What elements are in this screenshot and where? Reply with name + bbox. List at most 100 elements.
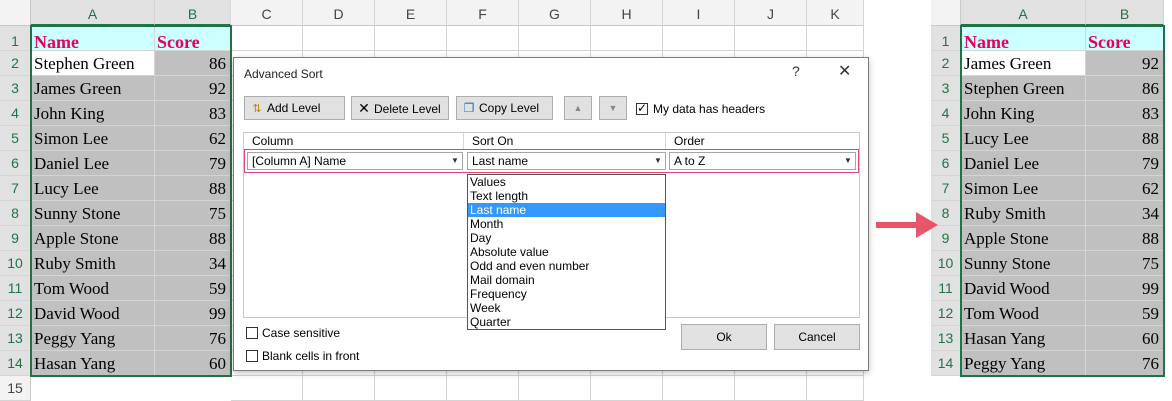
score-cell[interactable]: 60 <box>1086 326 1164 351</box>
name-cell[interactable]: James Green <box>961 51 1086 76</box>
name-cell[interactable]: Lucy Lee <box>961 126 1086 151</box>
row-header[interactable]: 2 <box>0 51 31 76</box>
name-cell[interactable]: David Wood <box>961 276 1086 301</box>
column-header-b[interactable]: B <box>155 0 231 26</box>
row-header[interactable]: 9 <box>0 226 31 251</box>
name-header-cell[interactable]: Name <box>961 26 1086 51</box>
name-cell[interactable]: Daniel Lee <box>31 151 155 176</box>
sort-option[interactable]: Absolute value <box>468 245 665 259</box>
empty-cell[interactable] <box>231 376 303 401</box>
empty-cell[interactable] <box>375 376 447 401</box>
name-cell[interactable]: Apple Stone <box>961 226 1086 251</box>
name-cell[interactable]: Tom Wood <box>961 301 1086 326</box>
name-cell[interactable]: James Green <box>31 76 155 101</box>
help-button[interactable]: ? <box>792 63 800 79</box>
order-select[interactable]: A to Z ▼ <box>669 152 856 170</box>
empty-cell[interactable] <box>447 376 519 401</box>
sort-option[interactable]: Day <box>468 231 665 245</box>
name-cell[interactable]: Stephen Green <box>31 51 155 76</box>
empty-cell[interactable] <box>303 26 375 51</box>
empty-cell[interactable] <box>735 376 807 401</box>
cancel-button[interactable]: Cancel <box>774 324 860 350</box>
sort-option[interactable]: Odd and even number <box>468 259 665 273</box>
name-cell[interactable]: Simon Lee <box>31 126 155 151</box>
move-down-button[interactable]: ▼ <box>599 96 627 120</box>
row-header[interactable]: 3 <box>931 76 961 101</box>
move-up-button[interactable]: ▲ <box>564 96 592 120</box>
score-cell[interactable]: 75 <box>1086 251 1164 276</box>
sort-option[interactable]: Quarter <box>468 315 665 329</box>
score-cell[interactable]: 92 <box>155 76 231 101</box>
empty-cell[interactable] <box>447 26 519 51</box>
name-cell[interactable]: Daniel Lee <box>961 151 1086 176</box>
row-header[interactable]: 12 <box>931 301 961 326</box>
column-header-a[interactable]: A <box>31 0 155 26</box>
sort-on-dropdown-list[interactable]: Values Text length Last name Month Day Absolu… <box>467 174 666 330</box>
score-cell[interactable]: 59 <box>1086 301 1164 326</box>
name-header-cell[interactable]: Name <box>31 26 155 51</box>
column-header-k[interactable]: K <box>807 0 864 26</box>
score-cell[interactable]: 88 <box>155 226 231 251</box>
empty-cell[interactable] <box>663 376 735 401</box>
empty-cell[interactable] <box>735 26 807 51</box>
score-cell[interactable]: 62 <box>155 126 231 151</box>
sort-option[interactable]: Frequency <box>468 287 665 301</box>
column-header-b[interactable]: B <box>1086 0 1164 26</box>
name-cell[interactable]: John King <box>31 101 155 126</box>
row-header[interactable]: 7 <box>931 176 961 201</box>
score-cell[interactable]: 34 <box>1086 201 1164 226</box>
name-cell[interactable]: Sunny Stone <box>961 251 1086 276</box>
score-cell[interactable]: 99 <box>155 301 231 326</box>
score-cell[interactable]: 88 <box>1086 126 1164 151</box>
score-cell[interactable]: 60 <box>155 351 231 376</box>
row-header[interactable]: 5 <box>0 126 31 151</box>
row-header[interactable]: 10 <box>0 251 31 276</box>
name-cell[interactable]: David Wood <box>31 301 155 326</box>
column-header-h[interactable]: H <box>591 0 663 26</box>
column-header-e[interactable]: E <box>375 0 447 26</box>
score-header-cell[interactable]: Score <box>1086 26 1164 51</box>
name-cell[interactable]: Ruby Smith <box>961 201 1086 226</box>
name-cell[interactable]: Tom Wood <box>31 276 155 301</box>
select-all-corner[interactable] <box>0 0 31 26</box>
score-cell[interactable]: 79 <box>155 151 231 176</box>
score-cell[interactable]: 88 <box>1086 226 1164 251</box>
column-header-c[interactable]: C <box>231 0 303 26</box>
empty-cell[interactable] <box>591 376 663 401</box>
score-cell[interactable]: 62 <box>1086 176 1164 201</box>
name-cell[interactable]: Ruby Smith <box>31 251 155 276</box>
sort-option[interactable]: Text length <box>468 189 665 203</box>
name-cell[interactable]: Lucy Lee <box>31 176 155 201</box>
score-cell[interactable]: 75 <box>155 201 231 226</box>
row-header[interactable]: 1 <box>931 26 961 51</box>
column-header-a[interactable]: A <box>961 0 1086 26</box>
column-header-d[interactable]: D <box>303 0 375 26</box>
score-cell[interactable]: 86 <box>155 51 231 76</box>
score-cell[interactable]: 99 <box>1086 276 1164 301</box>
sort-on-select[interactable]: Last name ▼ <box>467 152 666 170</box>
copy-level-button[interactable]: ❐ Copy Level <box>456 96 553 120</box>
score-cell[interactable]: 92 <box>1086 51 1164 76</box>
score-cell[interactable]: 59 <box>155 276 231 301</box>
name-cell[interactable]: Hasan Yang <box>31 351 155 376</box>
row-header[interactable]: 6 <box>0 151 31 176</box>
column-header-i[interactable]: I <box>663 0 735 26</box>
row-header[interactable]: 11 <box>931 276 961 301</box>
row-header[interactable]: 6 <box>931 151 961 176</box>
row-header[interactable]: 13 <box>0 326 31 351</box>
empty-cell[interactable] <box>303 376 375 401</box>
blank-cells-checkbox[interactable] <box>246 350 258 362</box>
headers-checkbox[interactable] <box>636 101 648 115</box>
row-header[interactable]: 14 <box>931 351 961 376</box>
sort-option[interactable]: Week <box>468 301 665 315</box>
score-cell[interactable]: 83 <box>155 101 231 126</box>
ok-button[interactable]: Ok <box>681 324 767 350</box>
score-cell[interactable]: 76 <box>155 326 231 351</box>
row-header[interactable]: 5 <box>931 126 961 151</box>
column-select[interactable]: [Column A] Name ▼ <box>247 152 463 170</box>
score-cell[interactable]: 86 <box>1086 76 1164 101</box>
name-cell[interactable]: Hasan Yang <box>961 326 1086 351</box>
column-header-j[interactable]: J <box>735 0 807 26</box>
delete-level-button[interactable]: ✕ Delete Level <box>351 96 449 120</box>
empty-cell[interactable] <box>231 26 303 51</box>
